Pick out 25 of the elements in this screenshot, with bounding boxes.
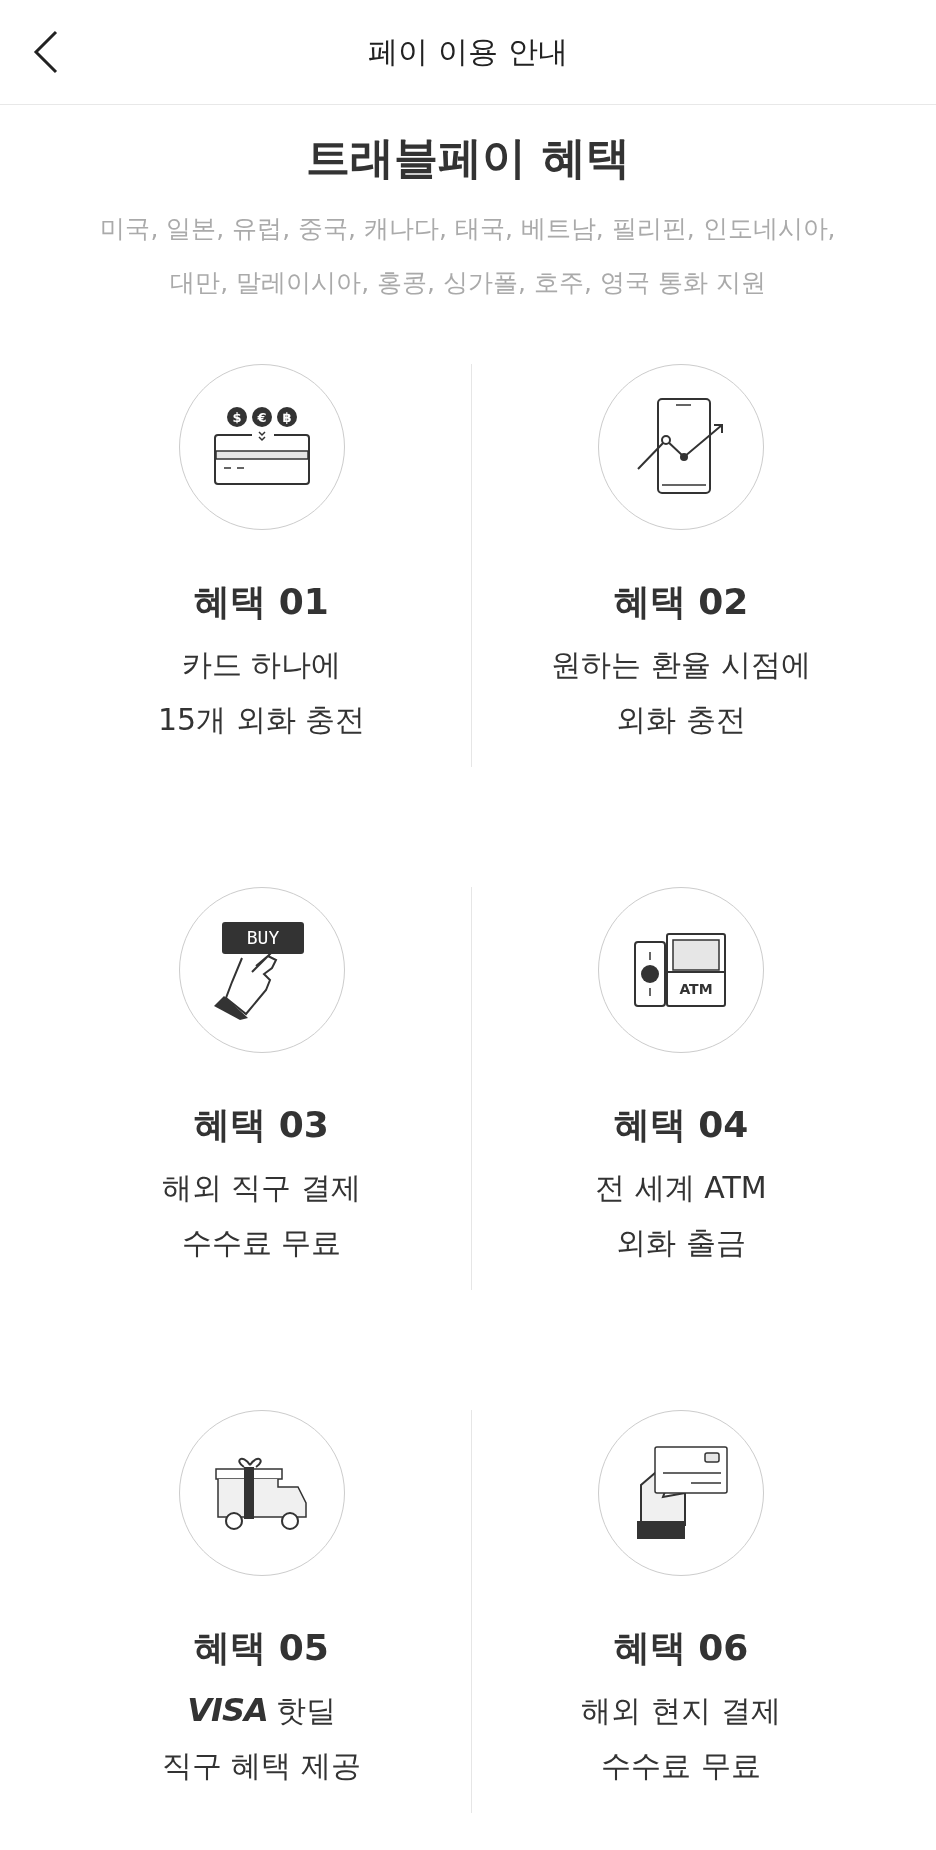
benefit-description: 15개 외화 충전	[157, 701, 366, 739]
benefit-description: 외화 출금	[616, 1224, 746, 1262]
benefit-number: 혜택 03	[194, 1103, 329, 1147]
back-icon	[32, 30, 60, 74]
benefit-number: 혜택 02	[613, 580, 749, 624]
card-brand-logo: VISA	[187, 1690, 268, 1731]
supported-currencies-text: 대만, 말레이시아, 홍콩, 싱가폴, 호주, 영국 통화 지원	[170, 267, 766, 299]
benefit-number: 혜택 05	[194, 1626, 329, 1670]
page-title: 페이 이용 안내	[368, 32, 568, 71]
benefit-description: 핫딜	[275, 1692, 336, 1730]
benefit-description: 원하는 환율 시점에	[551, 646, 811, 684]
section-title: 트래블페이 혜택	[305, 131, 631, 185]
benefit-description: 해외 직구 결제	[161, 1169, 362, 1207]
benefit-description: 수수료 무료	[181, 1224, 342, 1262]
benefit-number: 혜택 06	[613, 1626, 749, 1670]
benefit-description: 외화 충전	[616, 701, 746, 739]
benefit-description: 해외 현지 결제	[581, 1692, 781, 1730]
phone-chart-icon	[636, 397, 726, 497]
benefit-description: 카드 하나에	[181, 646, 342, 684]
benefit-description: 수수료 무료	[601, 1747, 761, 1785]
benefit-number: 혜택 04	[613, 1103, 749, 1147]
benefit-number: 혜택 01	[194, 580, 329, 624]
supported-currencies-text: 미국, 일본, 유럽, 중국, 캐나다, 태국, 베트남, 필리핀, 인도네시아,	[100, 213, 836, 245]
benefit-description: 전 세계 ATM	[595, 1169, 767, 1207]
benefit-description: 직구 혜택 제공	[161, 1747, 362, 1785]
